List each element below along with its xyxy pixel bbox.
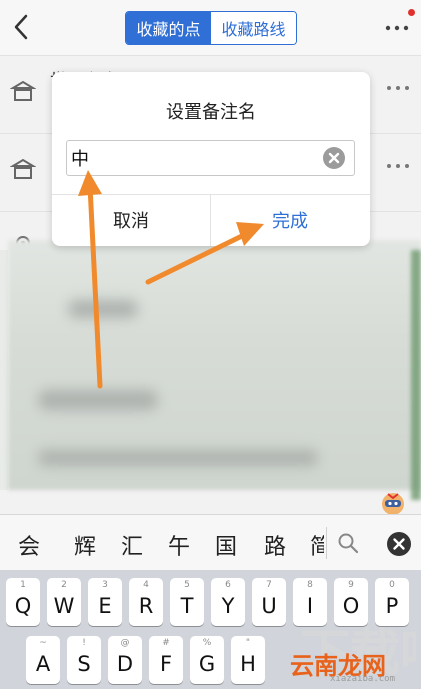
key-f[interactable]: # F [149, 636, 183, 684]
candidate-item[interactable]: 辉 [74, 529, 96, 561]
key-w[interactable]: 2W [47, 578, 81, 626]
candidate-item[interactable]: 国 [215, 529, 237, 561]
candidate-item: 简 [310, 535, 324, 559]
more-horizontal-icon[interactable] [384, 80, 412, 96]
key-d[interactable]: @ D [108, 636, 142, 684]
candidate-item[interactable]: 午 [168, 529, 190, 561]
ime-candidate-bar: 会 辉 汇 午 国 路 简 [0, 514, 421, 570]
tab-favorite-routes[interactable]: 收藏路线 [211, 12, 296, 44]
key-g[interactable]: % G [190, 636, 224, 684]
done-button[interactable]: 完成 [211, 194, 369, 246]
candidate-divider [326, 527, 327, 559]
key-i[interactable]: 8I [293, 578, 327, 626]
key-h[interactable]: " H [231, 636, 265, 684]
more-horizontal-icon [385, 25, 409, 31]
set-remark-dialog: 设置备注名 取消 完成 [52, 72, 370, 246]
clear-input-button[interactable] [322, 146, 346, 170]
shop-icon [10, 158, 36, 179]
nav-bar: 收藏的点 收藏路线 [0, 0, 421, 56]
dialog-title: 设置备注名 [166, 102, 256, 123]
ime-mascot-icon[interactable] [380, 490, 406, 516]
more-horizontal-icon[interactable] [384, 158, 412, 174]
key-e[interactable]: 3E [88, 578, 122, 626]
map-edge [411, 250, 421, 500]
key-a[interactable]: ~ A [26, 636, 60, 684]
search-icon[interactable] [336, 531, 360, 555]
key-p[interactable]: 0P [375, 578, 409, 626]
key-y[interactable]: 6Y [211, 578, 245, 626]
key-u[interactable]: 7U [252, 578, 286, 626]
key-t[interactable]: 5T [170, 578, 204, 626]
key-q[interactable]: 1Q [6, 578, 40, 626]
tab-favorite-points[interactable]: 收藏的点 [126, 12, 211, 44]
candidate-item[interactable]: 路 [264, 529, 286, 561]
candidate-overflow[interactable]: 简 [310, 529, 324, 559]
blurred-map-area [8, 240, 421, 490]
close-icon[interactable] [386, 531, 412, 557]
more-button[interactable] [380, 14, 416, 42]
cancel-button[interactable]: 取消 [52, 194, 210, 246]
candidate-item[interactable]: 会 [18, 529, 40, 561]
shop-icon [10, 80, 36, 101]
key-o[interactable]: 9O [334, 578, 368, 626]
favorites-segmented-control: 收藏的点 收藏路线 [125, 11, 297, 45]
chevron-left-icon [14, 14, 28, 40]
clear-icon [323, 147, 345, 169]
remark-name-input[interactable] [66, 140, 355, 176]
watermark-subtext: xiazaiba.com [330, 674, 396, 684]
notification-dot [408, 9, 415, 16]
key-s[interactable]: ! S [67, 636, 101, 684]
key-r[interactable]: 4R [129, 578, 163, 626]
candidate-item[interactable]: 汇 [121, 529, 143, 561]
back-button[interactable] [8, 10, 36, 44]
blurred-edge [0, 250, 8, 490]
